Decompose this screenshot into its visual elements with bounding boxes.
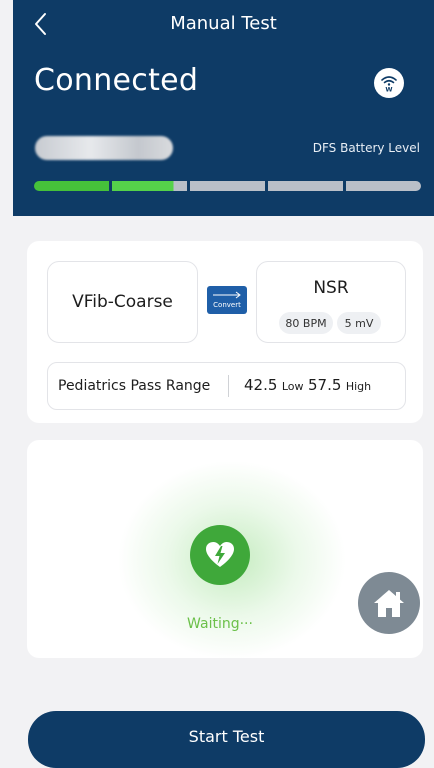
range-high-value: 57.5 [307, 376, 342, 394]
range-low-value: 42.5 [244, 376, 278, 394]
battery-segment [268, 181, 343, 191]
battery-segment [346, 181, 421, 191]
svg-text:W: W [385, 86, 392, 94]
device-name-pill [35, 136, 173, 160]
heart-bolt-icon [206, 542, 234, 567]
page-title: Manual Test [170, 13, 277, 34]
home-button[interactable] [358, 572, 420, 634]
convert-icon: Convert [207, 286, 247, 314]
pass-range-values: 42.5 Low 57.5 High [244, 376, 371, 394]
pass-range-row: Pediatrics Pass Range 42.5 Low 57.5 High [47, 362, 406, 410]
defib-status-indicator [190, 525, 250, 585]
bpm-chip: 80 BPM [279, 312, 333, 334]
from-rhythm-box[interactable]: VFib-Coarse [47, 261, 198, 343]
test-status-text: Waiting··· [187, 616, 253, 632]
to-rhythm-box[interactable]: NSR 80 BPM 5 mV [256, 261, 406, 343]
convert-label: Convert [213, 301, 241, 309]
range-low-label: Low [281, 380, 304, 393]
pass-range-label: Pediatrics Pass Range [58, 378, 211, 394]
wifi-button[interactable]: W [374, 68, 404, 98]
wifi-icon: W [381, 76, 397, 94]
home-icon [374, 590, 404, 617]
battery-label: DFS Battery Level [312, 141, 420, 155]
to-rhythm-label: NSR [313, 278, 349, 298]
connection-status: Connected [34, 63, 199, 98]
range-high-label: High [345, 380, 372, 393]
start-test-label: Start Test [188, 727, 265, 746]
test-status-card: Waiting··· [27, 440, 423, 658]
battery-segment [34, 181, 109, 191]
from-rhythm-label: VFib-Coarse [72, 292, 173, 312]
mv-chip: 5 mV [337, 312, 381, 334]
header: Manual Test Connected W DFS Battery Leve… [13, 0, 434, 216]
battery-segment [190, 181, 265, 191]
rhythm-config-card: VFib-Coarse Convert NSR 80 BPM 5 mV Pedi… [27, 241, 423, 423]
divider [228, 375, 229, 397]
start-test-button[interactable]: Start Test [28, 711, 425, 768]
battery-level-bar [34, 181, 421, 191]
battery-segment [112, 181, 187, 191]
